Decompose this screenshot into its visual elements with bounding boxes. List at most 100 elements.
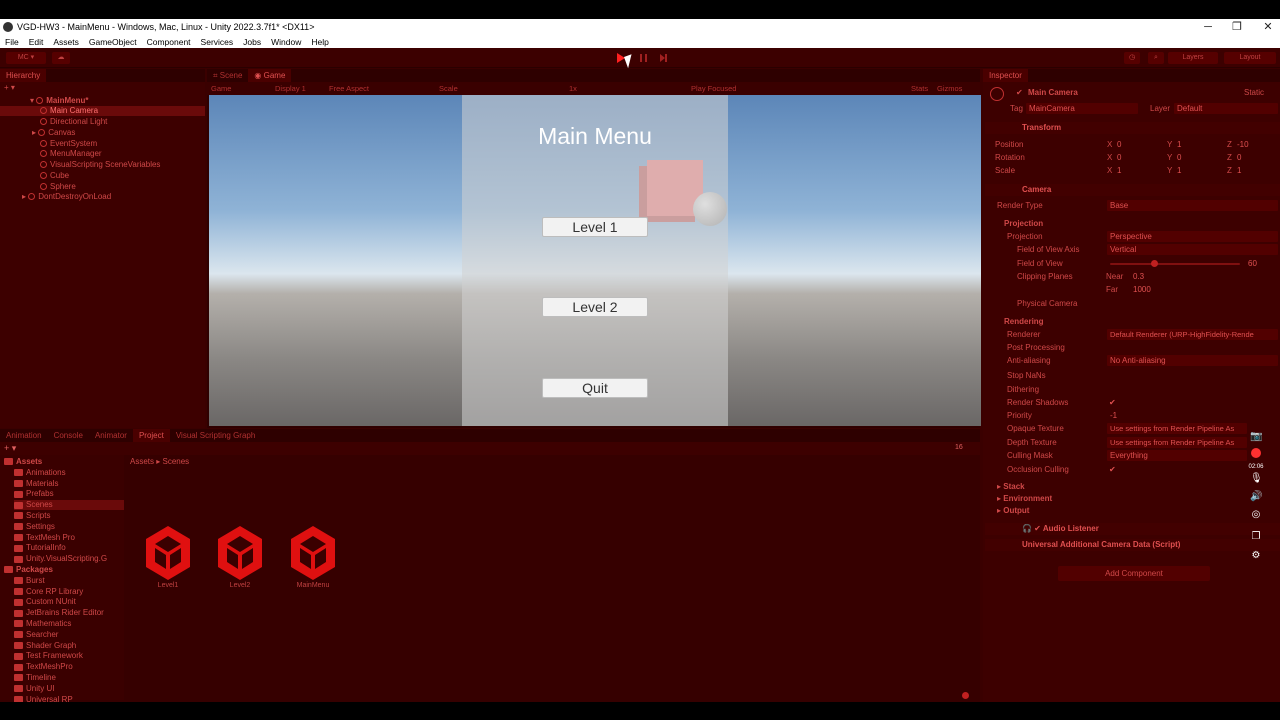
- history-icon[interactable]: ◷: [1124, 52, 1140, 64]
- project-tree-item[interactable]: Core RP Library: [14, 587, 83, 597]
- output-foldout[interactable]: ▸ Output: [997, 505, 1029, 516]
- project-tree-item[interactable]: TutorialInfo: [14, 543, 66, 553]
- camera-header[interactable]: Camera: [985, 184, 1280, 196]
- tab-inspector[interactable]: Inspector: [983, 69, 1028, 82]
- stats-button[interactable]: Stats: [911, 82, 928, 95]
- menu-assets[interactable]: Assets: [48, 37, 84, 47]
- pause-icon[interactable]: [640, 54, 647, 62]
- priority-value[interactable]: -1: [1110, 410, 1117, 421]
- menu-edit[interactable]: Edit: [24, 37, 49, 47]
- scene-asset-level1[interactable]: Level1: [143, 524, 193, 589]
- project-tree-item[interactable]: Animations: [14, 468, 66, 478]
- hierarchy-item-menumanager[interactable]: MenuManager: [40, 149, 102, 159]
- hierarchy-item-main-camera[interactable]: Main Camera: [0, 106, 205, 116]
- transform-x-field[interactable]: 0: [1117, 152, 1121, 163]
- level-1-button[interactable]: Level 1: [542, 217, 648, 237]
- microphone-icon[interactable]: 🎙: [1250, 473, 1263, 485]
- tab-project[interactable]: Project: [132, 429, 170, 442]
- play-focused-dropdown[interactable]: Play Focused: [691, 82, 736, 95]
- project-tree-item[interactable]: Prefabs: [14, 489, 54, 499]
- tab-scene[interactable]: ⌗ Scene: [207, 69, 248, 82]
- cloud-icon[interactable]: ☁: [52, 52, 70, 64]
- menu-component[interactable]: Component: [142, 37, 196, 47]
- gizmos-button[interactable]: Gizmos: [937, 82, 962, 95]
- active-checkbox[interactable]: ✔: [1016, 87, 1023, 98]
- search-icon[interactable]: ⌕: [1148, 52, 1164, 64]
- project-tree-item[interactable]: Burst: [14, 576, 45, 586]
- project-tree-item[interactable]: Test Framework: [14, 651, 83, 661]
- tab-hierarchy[interactable]: Hierarchy: [0, 69, 47, 82]
- hierarchy-item-scenevariables[interactable]: VisualScripting SceneVariables: [40, 160, 160, 170]
- environment-foldout[interactable]: ▸ Environment: [997, 493, 1052, 504]
- project-tree-item[interactable]: Settings: [14, 522, 55, 532]
- project-tree-item[interactable]: Searcher: [14, 630, 58, 640]
- menu-help[interactable]: Help: [306, 37, 333, 47]
- near-value[interactable]: 0.3: [1133, 271, 1144, 282]
- project-tree-item[interactable]: JetBrains Rider Editor: [14, 608, 104, 618]
- project-tree-item[interactable]: Scenes: [14, 500, 124, 511]
- copy-icon[interactable]: ❐: [1250, 531, 1262, 543]
- camera-icon[interactable]: 📷: [1250, 431, 1262, 443]
- account-button[interactable]: MC ▾: [6, 52, 46, 64]
- add-component-button[interactable]: Add Component: [1058, 566, 1210, 581]
- rendering-foldout[interactable]: Rendering: [1004, 316, 1044, 327]
- transform-z-field[interactable]: -10: [1237, 139, 1249, 150]
- hierarchy-dontdestroy-row[interactable]: ▸ DontDestroyOnLoad: [22, 192, 111, 202]
- project-tree-item[interactable]: Mathematics: [14, 619, 71, 629]
- static-toggle[interactable]: Static: [1244, 87, 1264, 98]
- project-add-button[interactable]: + ▾: [4, 443, 16, 454]
- hierarchy-item-sphere[interactable]: Sphere: [40, 182, 76, 192]
- fov-slider[interactable]: [1110, 263, 1240, 265]
- transform-y-field[interactable]: 1: [1177, 165, 1181, 176]
- close-button[interactable]: ✕: [1253, 19, 1280, 35]
- record-icon[interactable]: [1251, 448, 1261, 458]
- game-view[interactable]: Main Menu Level 1 Level 2 Quit: [209, 95, 981, 426]
- project-tree-item[interactable]: TextMeshPro: [14, 662, 73, 672]
- project-tree-item[interactable]: Scripts: [14, 511, 50, 521]
- menu-gameobject[interactable]: GameObject: [84, 37, 142, 47]
- tab-animator[interactable]: Animator: [89, 429, 133, 442]
- maximize-button[interactable]: ❐: [1222, 19, 1252, 35]
- transform-z-field[interactable]: 0: [1237, 152, 1241, 163]
- game-mode-dropdown[interactable]: Game: [211, 82, 231, 95]
- project-tree-item[interactable]: Custom NUnit: [14, 597, 76, 607]
- project-tree-item[interactable]: Shader Graph: [14, 641, 76, 651]
- audio-listener-header[interactable]: 🎧 ✔ Audio Listener: [985, 523, 1280, 535]
- far-value[interactable]: 1000: [1133, 284, 1151, 295]
- zoom-slider-handle[interactable]: [962, 692, 969, 699]
- breadcrumb-assets[interactable]: Assets: [130, 457, 154, 466]
- hierarchy-item-cube[interactable]: Cube: [40, 171, 69, 181]
- transform-y-field[interactable]: 1: [1177, 139, 1181, 150]
- menu-jobs[interactable]: Jobs: [238, 37, 266, 47]
- hierarchy-add-button[interactable]: + ▾: [4, 83, 34, 93]
- transform-z-field[interactable]: 1: [1237, 165, 1241, 176]
- quit-button[interactable]: Quit: [542, 378, 648, 398]
- hierarchy-item-directional-light[interactable]: Directional Light: [40, 117, 107, 127]
- layout-dropdown[interactable]: Layout: [1224, 52, 1276, 64]
- tab-visual-scripting-graph[interactable]: Visual Scripting Graph: [170, 429, 261, 442]
- step-icon[interactable]: [660, 54, 668, 62]
- projection-foldout[interactable]: Projection: [1004, 218, 1043, 229]
- transform-y-field[interactable]: 0: [1177, 152, 1181, 163]
- project-tree-item[interactable]: Assets: [4, 457, 42, 467]
- hierarchy-item-eventsystem[interactable]: EventSystem: [40, 139, 97, 149]
- scene-asset-level2[interactable]: Level2: [215, 524, 265, 589]
- speaker-icon[interactable]: 🔊: [1250, 491, 1262, 503]
- level-2-button[interactable]: Level 2: [542, 297, 648, 317]
- project-tree-item[interactable]: Materials: [14, 479, 58, 489]
- transform-x-field[interactable]: 0: [1117, 139, 1121, 150]
- aspect-dropdown[interactable]: Free Aspect: [329, 82, 369, 95]
- fov-value[interactable]: 60: [1248, 258, 1257, 269]
- scene-asset-mainmenu[interactable]: MainMenu: [288, 524, 338, 589]
- render-shadows-checkbox[interactable]: ✔: [1109, 397, 1116, 408]
- project-tree-item[interactable]: Unity.VisualScripting.G: [14, 554, 107, 564]
- urp-camera-data-header[interactable]: Universal Additional Camera Data (Script…: [985, 539, 1280, 551]
- tab-animation[interactable]: Animation: [0, 429, 48, 442]
- menu-services[interactable]: Services: [196, 37, 239, 47]
- scene-row[interactable]: ▾ MainMenu*: [30, 96, 88, 106]
- display-dropdown[interactable]: Display 1: [275, 82, 306, 95]
- hierarchy-item-canvas[interactable]: ▸ Canvas: [32, 128, 75, 138]
- render-type-dropdown[interactable]: [1107, 200, 1278, 211]
- project-tree-item[interactable]: Packages: [4, 565, 53, 575]
- webcam-icon[interactable]: ◎: [1250, 509, 1262, 521]
